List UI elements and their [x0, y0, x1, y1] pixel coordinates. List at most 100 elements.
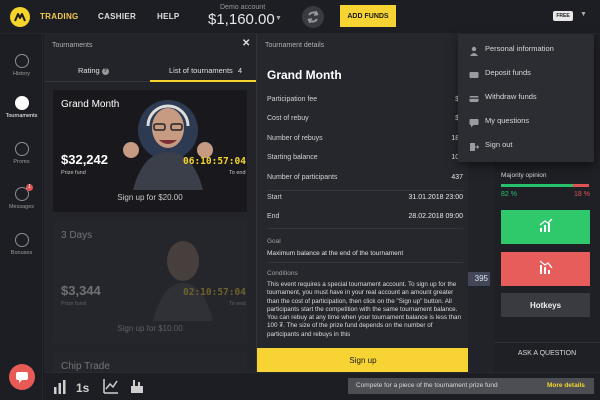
- tournaments-panel: Tournaments ✕ Rating ? List of tournamen…: [44, 34, 256, 400]
- account-type-label: Demo account: [220, 4, 266, 11]
- menu-item-label: Withdraw funds: [485, 92, 537, 101]
- detail-key: Start: [267, 194, 282, 201]
- tab-rating[interactable]: Rating ?: [78, 66, 109, 75]
- sidebar-item-label: Promo: [13, 159, 30, 165]
- detail-row-cost-of-rebuy: Cost of rebuy $2: [267, 115, 463, 127]
- nav-help[interactable]: HELP: [157, 12, 180, 21]
- menu-item-label: Sign out: [485, 140, 513, 149]
- promo-banner: Compete for a piece of the tournament pr…: [348, 378, 594, 394]
- percent-icon: [14, 142, 29, 156]
- majority-up-fill: [501, 184, 574, 187]
- menu-item-withdraw-funds[interactable]: Withdraw funds: [458, 84, 594, 108]
- bonus-icon: [14, 233, 29, 247]
- conditions-label: Conditions: [267, 270, 298, 277]
- chart-down-icon: [539, 259, 553, 274]
- tournament-title: Grand Month: [61, 99, 120, 110]
- card-signup-button[interactable]: Sign up for $20.00: [53, 193, 247, 202]
- tournament-title: Chip Trade: [61, 361, 110, 372]
- trophy-icon: [14, 96, 29, 110]
- tournament-image: [153, 241, 213, 321]
- tab-list-of-tournaments[interactable]: List of tournaments 4: [169, 66, 242, 75]
- menu-item-label: My questions: [485, 116, 530, 125]
- more-details-link[interactable]: More details: [547, 382, 585, 389]
- account-switcher[interactable]: Demo account $1,160.00: [208, 4, 275, 28]
- countdown-label: To end: [229, 301, 246, 307]
- countdown-timer: 02:10:57:04: [183, 287, 246, 298]
- tournament-details-panel: Tournament details Grand Month Participa…: [256, 34, 468, 372]
- prize-fund-label: Prize fund: [61, 170, 86, 176]
- tab-label: Rating: [78, 66, 100, 75]
- user-icon: [469, 43, 479, 56]
- support-chat-button[interactable]: [9, 364, 35, 390]
- divider: [267, 190, 463, 191]
- timeframe-selector[interactable]: 1s: [76, 381, 89, 400]
- detail-key: Starting balance: [267, 154, 318, 161]
- detail-row-end: End 28.02.2018 09:00: [267, 213, 463, 225]
- goal-text: Maximum balance at the end of the tourna…: [267, 250, 404, 257]
- divider: [267, 228, 463, 229]
- menu-item-label: Personal information: [485, 44, 554, 53]
- top-bar: TRADING CASHIER HELP Demo account $1,160…: [0, 0, 600, 34]
- tournament-card[interactable]: Grand Month $32,242 Prize fund 06:10:57:…: [53, 90, 247, 212]
- majority-down-percent: 18 %: [574, 191, 590, 198]
- detail-row-starting-balance: Starting balance 100: [267, 154, 463, 166]
- chart-up-icon: [539, 218, 552, 232]
- active-tab-indicator: [150, 80, 256, 82]
- majority-opinion-label: Majority opinion: [501, 172, 547, 179]
- sidebar-item-label: Tournaments: [5, 113, 38, 119]
- nav-cashier[interactable]: CASHIER: [98, 12, 136, 21]
- majority-opinion-bar: [501, 184, 589, 187]
- detail-key: End: [267, 213, 280, 220]
- prize-fund-value: $3,344: [61, 283, 101, 298]
- prize-fund-label: Prize fund: [61, 301, 86, 307]
- sidebar-item-messages[interactable]: 1 Messages: [0, 184, 43, 210]
- prize-fund-value: $32,242: [61, 152, 108, 167]
- refresh-icon[interactable]: [302, 6, 324, 28]
- promo-text: Compete for a piece of the tournament pr…: [356, 382, 498, 389]
- sign-out-icon: [469, 139, 480, 151]
- drawing-tools-icon[interactable]: [128, 377, 146, 397]
- menu-item-deposit-funds[interactable]: Deposit funds: [458, 60, 594, 84]
- sidebar-item-label: Bonuses: [10, 250, 33, 256]
- menu-item-sign-out[interactable]: Sign out: [458, 132, 594, 156]
- trade-up-button[interactable]: [501, 210, 590, 244]
- hotkeys-button[interactable]: Hotkeys: [501, 293, 590, 317]
- menu-item-personal-information[interactable]: Personal information: [458, 36, 594, 60]
- conditions-text: This event requires a special tournament…: [267, 281, 462, 338]
- divider: [267, 262, 463, 263]
- ask-question-link[interactable]: ASK A QUESTION: [494, 350, 600, 357]
- add-funds-button[interactable]: ADD FUNDS: [340, 5, 396, 27]
- tab-count: 4: [237, 66, 243, 75]
- detail-key: Number of rebuys: [267, 135, 323, 142]
- tournament-tabs: Rating ? List of tournaments 4: [44, 58, 256, 82]
- sidebar-item-promo[interactable]: Promo: [0, 142, 43, 165]
- card-signup-button[interactable]: Sign up for $10.00: [53, 324, 247, 333]
- detail-row-number-of-rebuys: Number of rebuys 186: [267, 135, 463, 147]
- chevron-down-icon[interactable]: ▼: [275, 15, 282, 22]
- close-icon[interactable]: ✕: [242, 38, 250, 49]
- countdown-timer: 06:10:57:04: [183, 156, 246, 167]
- trade-down-button[interactable]: [501, 252, 590, 286]
- plan-badge[interactable]: FREE: [553, 11, 573, 21]
- detail-row-participation-fee: Participation fee $2: [267, 96, 463, 108]
- profile-menu-chevron-icon[interactable]: ▼: [580, 11, 587, 18]
- withdraw-icon: [469, 91, 479, 102]
- indicators-icon[interactable]: [102, 377, 120, 397]
- detail-key: Cost of rebuy: [267, 115, 309, 122]
- help-icon[interactable]: ?: [101, 67, 109, 75]
- history-icon: [14, 54, 29, 68]
- panel-title: Tournaments: [52, 42, 93, 49]
- tab-label: List of tournaments: [169, 66, 233, 75]
- sidebar-item-bonuses[interactable]: Bonuses: [0, 233, 43, 256]
- chart-type-icon[interactable]: [52, 377, 70, 397]
- detail-value: 31.01.2018 23:00: [408, 194, 464, 201]
- app-root: TRADING CASHIER HELP Demo account $1,160…: [0, 0, 600, 400]
- tournament-card[interactable]: 3 Days $3,344 Prize fund 02:10:57:04 To …: [53, 221, 247, 343]
- sidebar-item-history[interactable]: History: [0, 54, 43, 77]
- user-menu: Personal information Deposit funds Withd…: [458, 34, 594, 162]
- brand-logo-icon[interactable]: [10, 7, 30, 27]
- menu-item-my-questions[interactable]: My questions: [458, 108, 594, 132]
- nav-trading[interactable]: TRADING: [40, 12, 79, 21]
- sign-up-button[interactable]: Sign up: [257, 348, 468, 372]
- sidebar-item-tournaments[interactable]: Tournaments: [0, 96, 43, 119]
